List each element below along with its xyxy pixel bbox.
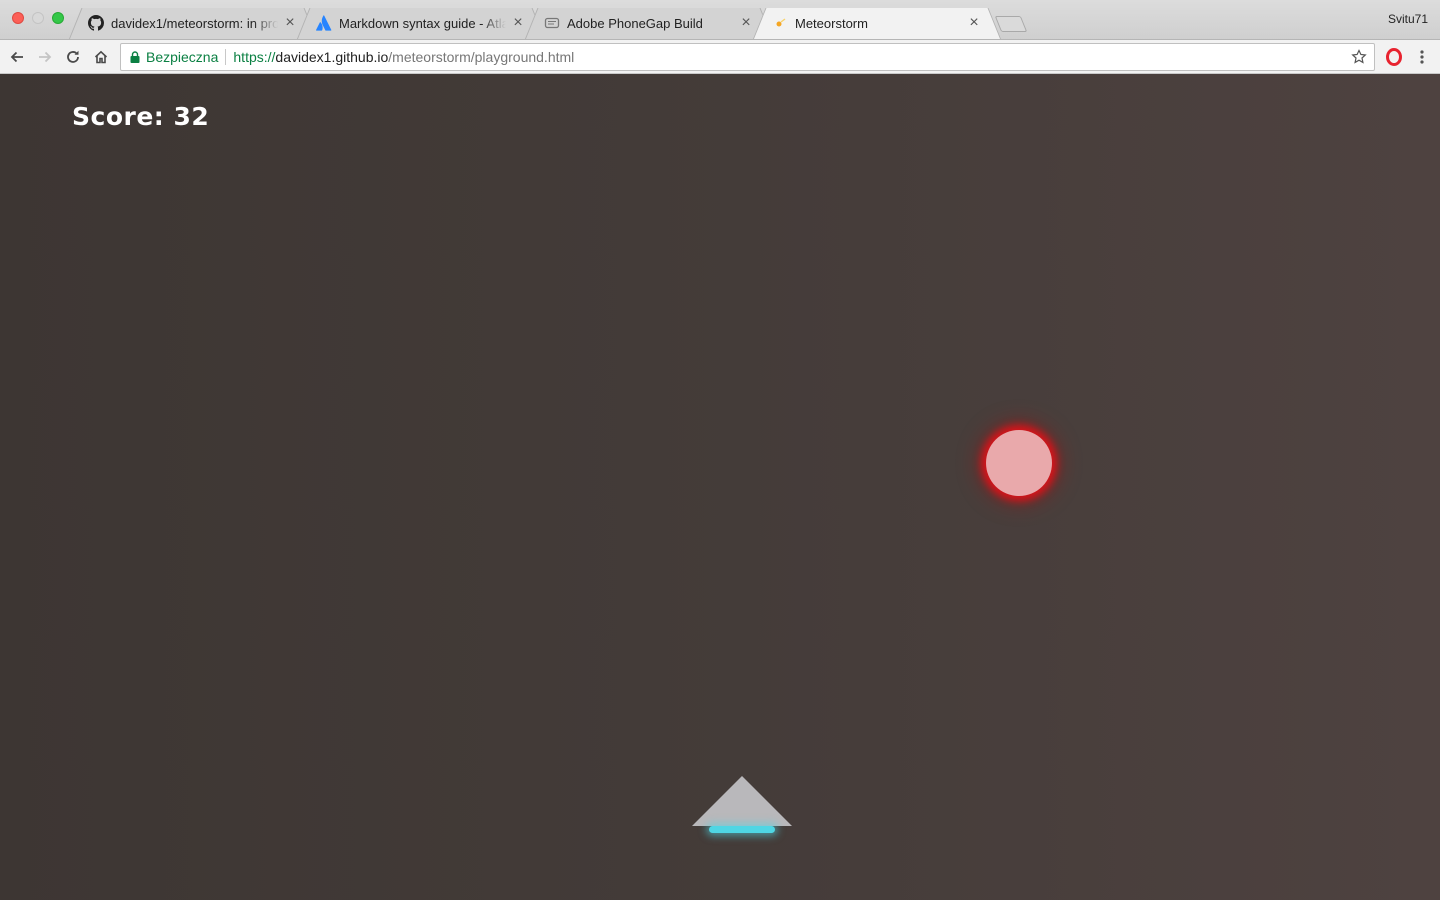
tab-close-icon[interactable]: × xyxy=(966,15,982,31)
tab-close-icon[interactable]: × xyxy=(510,15,526,31)
window-maximize-button[interactable] xyxy=(52,12,64,24)
browser-toolbar: Bezpieczna https://davidex1.github.io/me… xyxy=(0,39,1440,74)
github-icon xyxy=(88,15,104,31)
ship-thruster-glow xyxy=(709,826,775,833)
meteorstorm-icon xyxy=(772,15,788,31)
score-display: Score: 32 xyxy=(72,102,210,131)
tab-title: davidex1/meteorstorm: in progress xyxy=(111,15,278,31)
phonegap-icon xyxy=(544,15,560,31)
tab-atlassian[interactable]: Markdown syntax guide - Atlassian × xyxy=(310,8,532,40)
tab-title: Adobe PhoneGap Build xyxy=(567,15,703,31)
url-path: /meteorstorm/playground.html xyxy=(388,49,575,65)
bookmark-star-icon[interactable] xyxy=(1351,49,1367,65)
window-minimize-button[interactable] xyxy=(32,12,44,24)
security-label[interactable]: Bezpieczna xyxy=(146,49,218,65)
home-icon[interactable] xyxy=(89,45,113,69)
address-bar[interactable]: Bezpieczna https://davidex1.github.io/me… xyxy=(120,43,1375,71)
opera-extension-icon[interactable] xyxy=(1382,45,1406,69)
game-canvas[interactable]: Score: 32 xyxy=(0,74,1440,900)
tab-title: Meteorstorm xyxy=(795,15,868,31)
url-host: davidex1.github.io xyxy=(275,49,389,65)
back-arrow-icon[interactable] xyxy=(5,45,29,69)
tab-close-icon[interactable]: × xyxy=(738,15,754,31)
atlassian-icon xyxy=(316,15,332,31)
meteor xyxy=(986,430,1052,496)
url-scheme: https:// xyxy=(233,49,276,65)
reload-icon[interactable] xyxy=(61,45,85,69)
profile-name[interactable]: Svitu71 xyxy=(1388,12,1428,26)
forward-arrow-icon[interactable] xyxy=(33,45,57,69)
lock-icon xyxy=(130,51,140,63)
tab-close-icon[interactable]: × xyxy=(282,15,298,31)
browser-titlebar: davidex1/meteorstorm: in progress × Mark… xyxy=(0,0,1440,40)
player-ship[interactable] xyxy=(692,776,792,833)
window-close-button[interactable] xyxy=(12,12,24,24)
tab-meteorstorm[interactable]: Meteorstorm × xyxy=(766,8,988,40)
menu-kebab-icon[interactable] xyxy=(1410,45,1434,69)
tab-title: Markdown syntax guide - Atlassian xyxy=(339,15,506,31)
new-tab-button[interactable] xyxy=(994,16,1028,32)
tab-github[interactable]: davidex1/meteorstorm: in progress × xyxy=(82,8,304,40)
ship-body xyxy=(692,776,792,826)
tab-phonegap[interactable]: Adobe PhoneGap Build × xyxy=(538,8,760,40)
omnibox-separator xyxy=(225,49,227,65)
